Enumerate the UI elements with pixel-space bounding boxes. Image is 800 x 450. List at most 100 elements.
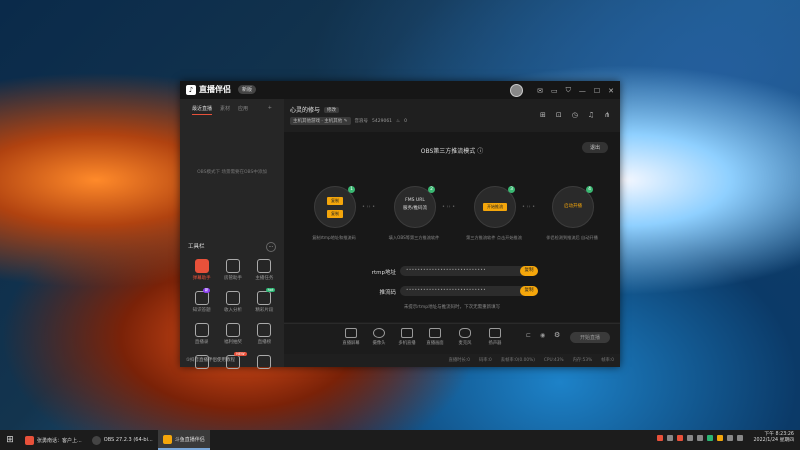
app-window: ♪ 直播伴侣 新版 ✉ ▭ ⛉ — ☐ ✕ 最近直播 素材 应用 + OBS模式… [180, 81, 620, 369]
tool-item[interactable]: hot 精彩片段 [249, 288, 280, 313]
tool-item[interactable]: 房管助手 [217, 259, 248, 281]
copy-key-button[interactable]: 复制 [520, 286, 538, 296]
tool-item[interactable]: 新知识答题 [186, 288, 217, 313]
rtmp-field[interactable]: •••••••••••••••••••••••••••• [400, 266, 538, 276]
title-bar: ♪ 直播伴侣 新版 ✉ ▭ ⛉ — ☐ ✕ [180, 81, 620, 99]
settings-icon[interactable]: ⚙ [554, 331, 560, 339]
copy-rtmp-button[interactable]: 复制 [520, 266, 538, 276]
clock-icon[interactable]: ◷ [572, 111, 578, 119]
step-number: 3 [508, 186, 515, 193]
tool-item[interactable]: 福利抽奖 [217, 323, 248, 345]
tool-icon [257, 291, 272, 305]
tool-item[interactable]: 主播任务 [249, 259, 280, 281]
taskbar-item[interactable]: OBS 27.2.3 (64-bi... [87, 430, 158, 450]
shirt-icon[interactable]: ⛉ [566, 86, 571, 95]
tool-icon [225, 323, 240, 337]
arrow-icon: • ›› • [522, 204, 536, 210]
viewer-label: 音浪号 [354, 119, 369, 124]
tool-item[interactable]: 弹幕助手 [186, 259, 217, 281]
speaker-button[interactable]: 扬声器 [480, 328, 510, 346]
tool-label: 收入分析 [223, 308, 242, 313]
network-icon[interactable] [727, 435, 734, 441]
step-3: 3 开始推流 [474, 186, 516, 228]
tray-icon[interactable] [657, 435, 664, 441]
tool-item[interactable]: 直播榜 [249, 323, 280, 345]
main-header-icons: ⊞ ⊡ ◷ ♫ ⋔ [540, 111, 610, 119]
taskbar-item[interactable]: 斗鱼直播伴侣 [157, 430, 210, 450]
tray-icon[interactable] [707, 435, 714, 441]
tool-icon [194, 323, 209, 337]
add-scene-button[interactable]: + [268, 105, 272, 115]
eye-icon[interactable]: ◉ [540, 332, 545, 339]
share-icon[interactable]: ⋔ [604, 111, 610, 119]
exit-obs-button[interactable]: 退出 [581, 142, 608, 153]
version-button[interactable]: 新版 [238, 85, 257, 94]
more-icon[interactable]: ⋯ [266, 242, 276, 252]
step-desc: 伴侣检测到推流后 自动开播 [546, 235, 598, 240]
clock[interactable]: 下午 8:23:26 2022/1/24 星期四 [753, 432, 794, 444]
status-duration: 直播时长:0 [448, 358, 471, 363]
tab-materials[interactable]: 素材 [220, 105, 230, 115]
step-desc: 第三方推流软件 点击开始推流 [466, 235, 522, 240]
multi-device-button[interactable]: 多机直播 [392, 328, 422, 346]
camera-button[interactable]: 摄像头 [364, 328, 394, 346]
tool-item[interactable]: 收入分析 [217, 291, 248, 313]
lock-icon[interactable]: ⊡ [556, 111, 562, 119]
screen-button[interactable]: 直播屏幕 [336, 328, 366, 346]
tool-label: 直播榜 [257, 340, 272, 345]
step-label: FMS URL 服务/推码流 [402, 198, 428, 211]
avatar[interactable] [510, 84, 524, 97]
step-2: 2 FMS URL 服务/推码流 [394, 186, 436, 228]
obs-mode-title: OBS第三方推流模式 ⓘ [420, 148, 484, 155]
tray-icon[interactable] [687, 435, 694, 441]
gift-icon[interactable]: ⊞ [540, 111, 546, 119]
edit-room-button[interactable]: 修改 [324, 106, 340, 113]
start-icon[interactable]: ⊞ [0, 435, 20, 445]
room-category[interactable]: 主机其他游戏 · 主机其他 ✎ [290, 117, 351, 125]
record-icon[interactable]: ⊏ [526, 332, 531, 339]
step-4: 4 启动开播 [552, 186, 594, 228]
title-controls: ✉ ▭ ⛉ — ☐ ✕ [510, 84, 614, 97]
arrow-icon: • ›› • [362, 204, 376, 210]
tool-item[interactable] [249, 355, 280, 371]
stream-key-field[interactable]: •••••••••••••••••••••••••••• [400, 286, 538, 296]
tray-icon[interactable] [697, 435, 704, 441]
tool-item[interactable]: 直播录 [186, 323, 217, 345]
minimize-icon[interactable]: — [579, 87, 586, 95]
room-title: 心灵的修与 [290, 107, 321, 114]
tools-header: 工具栏 ⋯ [188, 242, 276, 252]
maximize-icon[interactable]: ☐ [594, 87, 600, 95]
volume-icon[interactable] [737, 435, 744, 441]
step-number: 1 [348, 186, 355, 193]
tray-icon[interactable] [677, 435, 684, 441]
tab-recent[interactable]: 最近直播 [192, 105, 213, 115]
stream-key-value: •••••••••••••••••••••••••••• [406, 287, 487, 292]
tools-grid: 弹幕助手 房管助手 主播任务新知识答题 收入分析 hot 精彩片段 直播录 福利抽奖 直播榜 NE… [186, 259, 280, 371]
step-desc: 填入OBS等第三方推流软件 [388, 235, 440, 240]
close-icon[interactable]: ✕ [608, 87, 614, 95]
start-live-button[interactable]: 开始直播 [569, 332, 610, 343]
app-icon [25, 435, 34, 445]
tutorial-link[interactable]: ①抖音直播伴侣使用教程 [186, 357, 235, 363]
tray-icon[interactable] [667, 435, 674, 441]
microphone-button[interactable]: 麦克风 [450, 328, 480, 346]
app-logo: ♪ 直播伴侣 新版 [186, 84, 257, 95]
tab-apps[interactable]: 应用 [238, 105, 248, 115]
tool-icon [257, 355, 272, 369]
stream-view-button[interactable]: 直播画面 [420, 328, 450, 346]
status-cpu: CPU:43% [543, 357, 564, 363]
obs-mode-panel: OBS第三方推流模式 ⓘ 退出 1 复制 复制 • ›› • 2 FMS URL… [284, 132, 620, 322]
step-1: 1 复制 复制 [314, 186, 356, 228]
tool-badge: hot [265, 288, 276, 292]
sidebar: 最近直播 素材 应用 + OBS模式下 场景需要在OBS中添加 工具栏 ⋯ 弹幕… [180, 99, 284, 369]
status-bitrate: 码率:0 [479, 358, 492, 363]
tray-icon[interactable] [717, 435, 724, 441]
step-number: 4 [586, 186, 593, 193]
bell-icon[interactable]: ♫ [588, 111, 594, 119]
tools-title: 工具栏 [188, 244, 205, 250]
mail-icon[interactable]: ✉ [537, 87, 543, 95]
taskbar-item[interactable]: 张勇南话：客户上... [20, 430, 87, 450]
room-meta: 主机其他游戏 · 主机其他 ✎ 音浪号 5429061 ♨ 0 [290, 117, 407, 125]
tv-icon[interactable]: ▭ [551, 87, 558, 95]
tool-icon [194, 291, 209, 305]
